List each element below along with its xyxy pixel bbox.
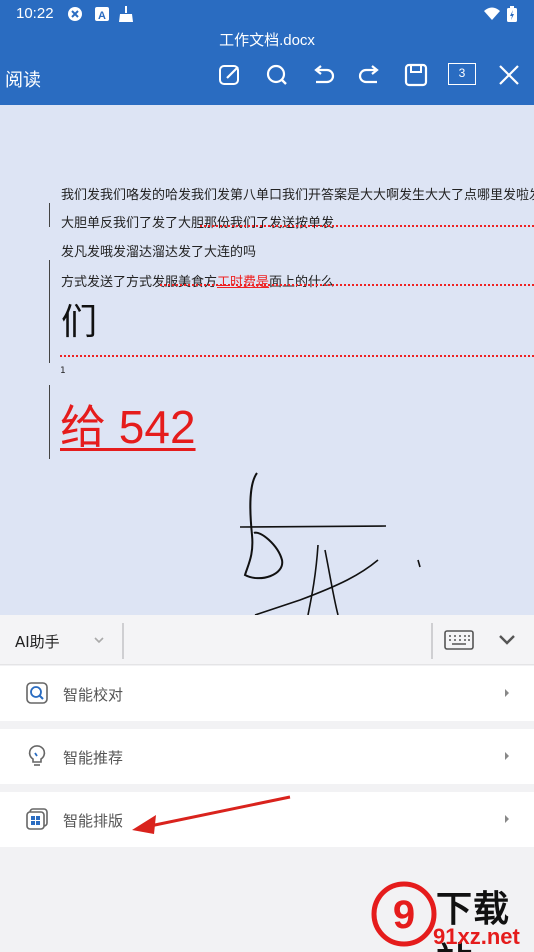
divider xyxy=(431,623,433,659)
menu-item-label: 智能推荐 xyxy=(63,749,124,767)
collapse-icon[interactable] xyxy=(498,633,516,647)
chevron-right-icon xyxy=(505,689,509,697)
status-bar: 10:22 A xyxy=(0,0,534,28)
status-time: 10:22 xyxy=(16,5,54,22)
proofread-icon xyxy=(26,682,48,704)
watermark-url: 91xz.net xyxy=(433,924,520,949)
save-icon[interactable] xyxy=(403,62,429,88)
menu-item-proofread[interactable]: 智能校对 xyxy=(0,666,534,721)
redo-icon[interactable] xyxy=(357,62,383,88)
undo-icon[interactable] xyxy=(310,62,336,88)
search-icon[interactable] xyxy=(264,62,290,88)
menu-item-label: 智能排版 xyxy=(63,812,124,830)
wifi-icon xyxy=(484,7,500,20)
divider xyxy=(122,623,124,659)
document-title: 工作文档.docx xyxy=(219,32,315,49)
read-mode-button[interactable]: 阅读 xyxy=(5,66,41,92)
chevron-right-icon xyxy=(505,752,509,760)
ai-assistant-label[interactable]: AI助手 xyxy=(15,631,60,652)
page-count-button[interactable]: 3 xyxy=(448,63,476,85)
keyboard-icon[interactable] xyxy=(444,630,474,650)
battery-icon xyxy=(507,6,517,22)
menu-item-label: 智能校对 xyxy=(63,686,124,704)
chevron-right-icon xyxy=(505,815,509,823)
menu-item-layout[interactable]: 智能排版 xyxy=(0,792,534,847)
document-canvas[interactable]: 我们发我们咯发的哈发我们发第八单口我们开答案是大大啊发生大大了点哪里发啦发 大胆… xyxy=(0,105,534,615)
broom-icon xyxy=(119,6,133,22)
svg-text:9: 9 xyxy=(393,893,415,937)
app-header: 10:22 A 工作文档.docx 阅读 3 xyxy=(0,0,534,105)
handwriting-ink xyxy=(239,472,421,615)
sync-icon xyxy=(68,7,82,21)
chevron-down-icon[interactable] xyxy=(92,633,106,647)
ai-assistant-bar: AI助手 xyxy=(0,615,534,665)
close-icon[interactable] xyxy=(496,62,522,88)
edit-icon[interactable] xyxy=(217,62,243,88)
svg-text:A: A xyxy=(98,10,106,22)
app-a-icon: A xyxy=(95,7,109,22)
layout-icon xyxy=(26,808,48,830)
lightbulb-icon xyxy=(28,745,46,766)
menu-item-recommend[interactable]: 智能推荐 xyxy=(0,729,534,784)
